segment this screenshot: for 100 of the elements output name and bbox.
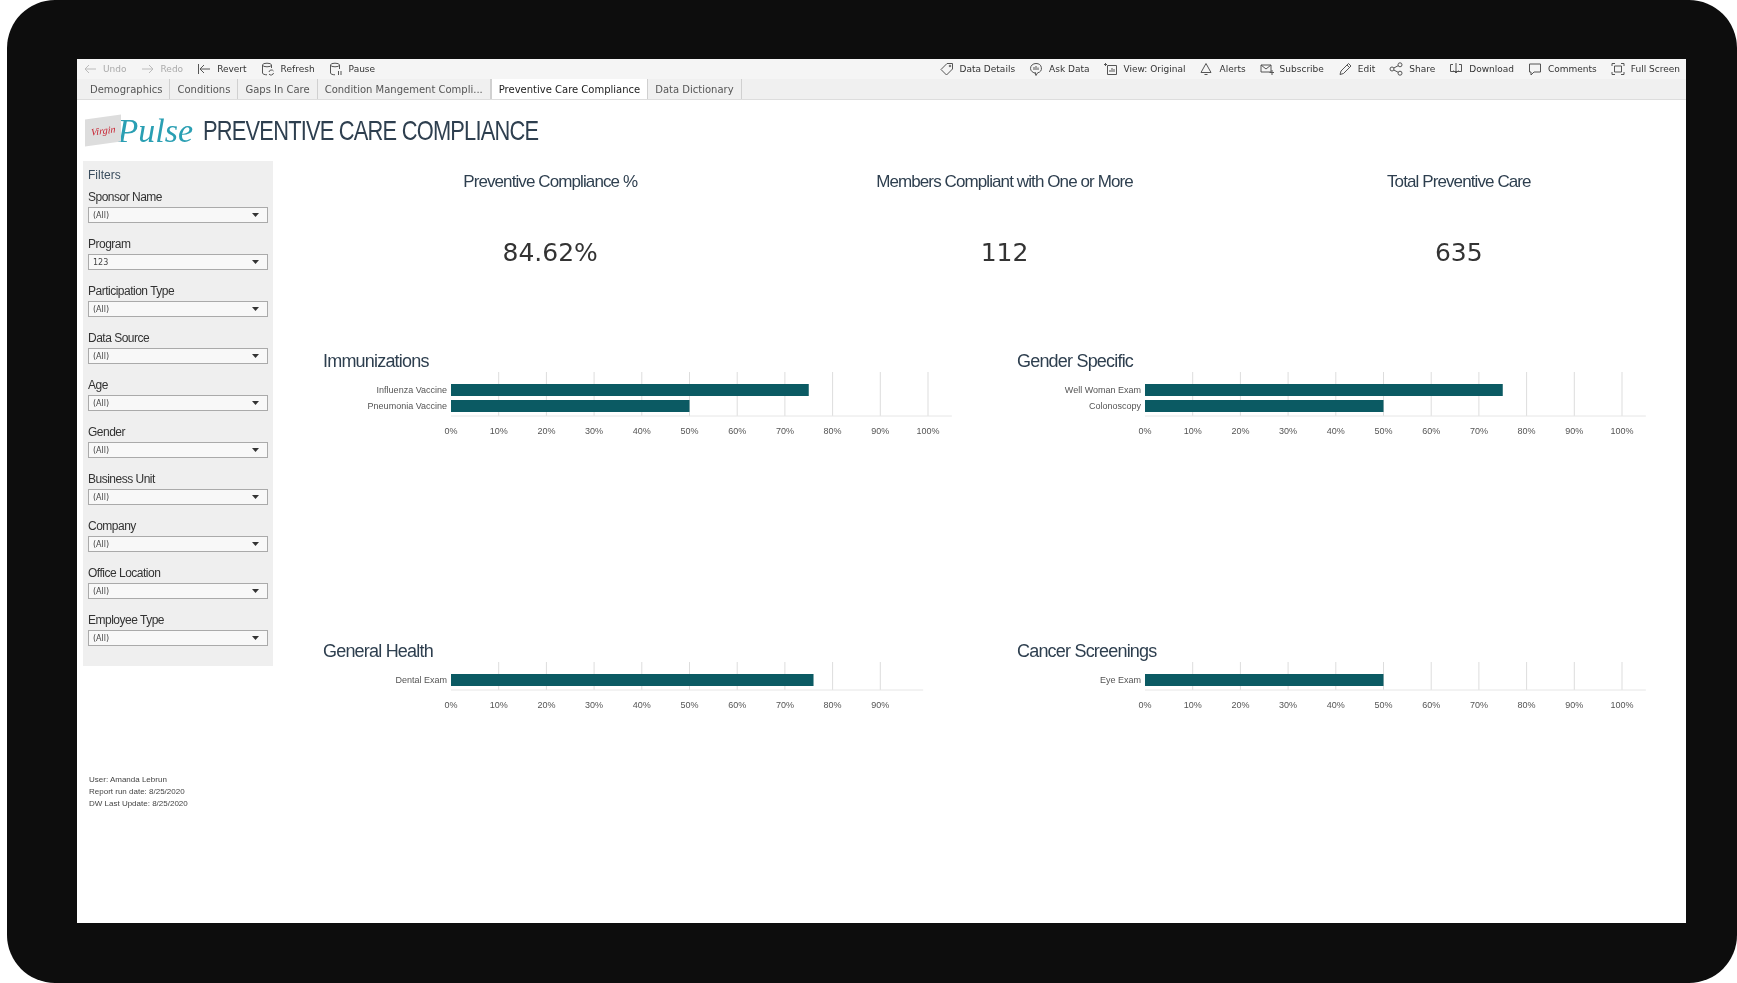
tick-label: 0%	[444, 426, 458, 436]
category-label: Eye Exam	[1100, 675, 1141, 685]
filter-dropdown[interactable]: (All)	[88, 536, 268, 552]
tick-label: 60%	[728, 700, 747, 710]
tick-label: 20%	[537, 700, 556, 710]
caret-icon	[252, 495, 259, 499]
filter-dropdown[interactable]: (All)	[88, 395, 268, 411]
kpi-label: Members Compliant with One or More	[876, 172, 1133, 192]
bar-chart-icon	[1103, 62, 1118, 76]
category-label: Influenza Vaccine	[376, 385, 447, 395]
filter-dropdown[interactable]: (All)	[88, 442, 268, 458]
category-label: Pneumonia Vaccine	[367, 401, 447, 411]
subscribe-button[interactable]: Subscribe	[1259, 62, 1324, 76]
tick-label: 20%	[537, 426, 556, 436]
filter-label: Company	[88, 519, 137, 533]
chart-title: Cancer Screenings	[1017, 641, 1158, 662]
filter-label: Employee Type	[88, 613, 165, 627]
revert-button[interactable]: Revert	[197, 62, 247, 76]
alerts-button[interactable]: Alerts	[1199, 62, 1246, 76]
report-info: Report run date: 8/25/2020	[89, 786, 186, 798]
tick-label: 60%	[1422, 700, 1441, 710]
chart-title: Immunizations	[323, 351, 430, 372]
tick-label: 80%	[1517, 426, 1536, 436]
tick-label: 70%	[1469, 426, 1488, 436]
filter-dropdown[interactable]: 123	[88, 254, 268, 270]
dashboard-title: PREVENTIVE CARE COMPLIANCE	[203, 114, 539, 147]
tick-label: 50%	[1374, 700, 1393, 710]
refresh-button[interactable]: Refresh	[260, 62, 315, 76]
chart-title: General Health	[323, 641, 434, 662]
ask-button[interactable]: Ask Data	[1029, 62, 1090, 76]
tick-label: 70%	[775, 426, 794, 436]
details-button[interactable]: Data Details	[939, 62, 1016, 76]
edit-button[interactable]: Edit	[1337, 62, 1376, 76]
tick-label: 80%	[823, 426, 842, 436]
tick-label: 0%	[1138, 426, 1152, 436]
tick-label: 0%	[1138, 700, 1152, 710]
envelope-plus-icon	[1259, 62, 1274, 76]
fullscreen-button[interactable]: Full Screen	[1610, 62, 1680, 76]
tick-label: 10%	[489, 426, 508, 436]
tick-label: 30%	[585, 700, 604, 710]
caret-icon	[252, 401, 259, 405]
tick-label: 90%	[1565, 700, 1584, 710]
tick-label: 100%	[1610, 700, 1634, 710]
tick-label: 30%	[1279, 700, 1298, 710]
comment-icon	[1528, 62, 1542, 76]
tick-label: 100%	[1610, 426, 1634, 436]
tick-label: 100%	[916, 426, 940, 436]
caret-icon	[252, 589, 259, 593]
kpi-value: 112	[980, 238, 1029, 267]
tick-label: 30%	[1279, 426, 1298, 436]
tick-label: 90%	[1565, 426, 1584, 436]
category-label: Well Woman Exam	[1064, 385, 1141, 395]
tick-label: 50%	[680, 700, 699, 710]
filter-dropdown[interactable]: (All)	[88, 348, 268, 364]
filter-dropdown[interactable]: (All)	[88, 583, 268, 599]
dashboard-tab[interactable]: Preventive Care Compliance	[490, 79, 649, 99]
category-label: Dental Exam	[395, 675, 447, 685]
filter-label: Sponsor Name	[88, 190, 164, 204]
filter-dropdown[interactable]: (All)	[88, 489, 268, 505]
tick-label: 70%	[775, 700, 794, 710]
caret-icon	[252, 213, 259, 217]
kpi-value: 635	[1434, 238, 1483, 267]
view-button[interactable]: View: Original	[1103, 62, 1186, 76]
tick-label: 90%	[871, 426, 890, 436]
filters-heading: Filters	[88, 168, 122, 182]
comments-button[interactable]: Comments	[1528, 62, 1597, 76]
filter-label: Participation Type	[88, 284, 176, 298]
filter-label: Data Source	[88, 331, 151, 345]
tag-icon	[939, 62, 954, 76]
download-button[interactable]: Download	[1449, 62, 1514, 76]
filter-label: Gender	[88, 425, 127, 439]
download-icon	[1449, 62, 1464, 76]
tick-label: 80%	[1517, 700, 1536, 710]
caret-icon	[252, 354, 259, 358]
filter-label: Business Unit	[88, 472, 157, 486]
tick-label: 50%	[1374, 426, 1393, 436]
caret-icon	[252, 542, 259, 546]
tick-label: 10%	[489, 700, 508, 710]
filter-dropdown[interactable]: (All)	[88, 301, 268, 317]
filter-label: Age	[88, 378, 109, 392]
tick-label: 10%	[1183, 700, 1202, 710]
tick-label: 90%	[871, 700, 890, 710]
report-info: User: Amanda Lebrun	[89, 774, 168, 786]
tick-label: 70%	[1469, 700, 1488, 710]
tick-label: 40%	[1326, 426, 1345, 436]
kpi-value: 84.62%	[502, 238, 598, 267]
tick-label: 30%	[585, 426, 604, 436]
database-refresh-icon	[260, 62, 275, 76]
tick-label: 40%	[1326, 700, 1345, 710]
report-info: DW Last Update: 8/25/2020	[89, 798, 188, 810]
filter-dropdown[interactable]: (All)	[88, 630, 268, 646]
tick-label: 40%	[632, 700, 651, 710]
filter-dropdown[interactable]: (All)	[88, 207, 268, 223]
tick-label: 10%	[1183, 426, 1202, 436]
filter-label: Office Location	[88, 566, 162, 580]
caret-icon	[252, 260, 259, 264]
tick-label: 40%	[632, 426, 651, 436]
pause-button[interactable]: Pause	[328, 62, 376, 76]
share-button[interactable]: Share	[1389, 62, 1436, 76]
left-arrow-icon	[83, 62, 97, 76]
